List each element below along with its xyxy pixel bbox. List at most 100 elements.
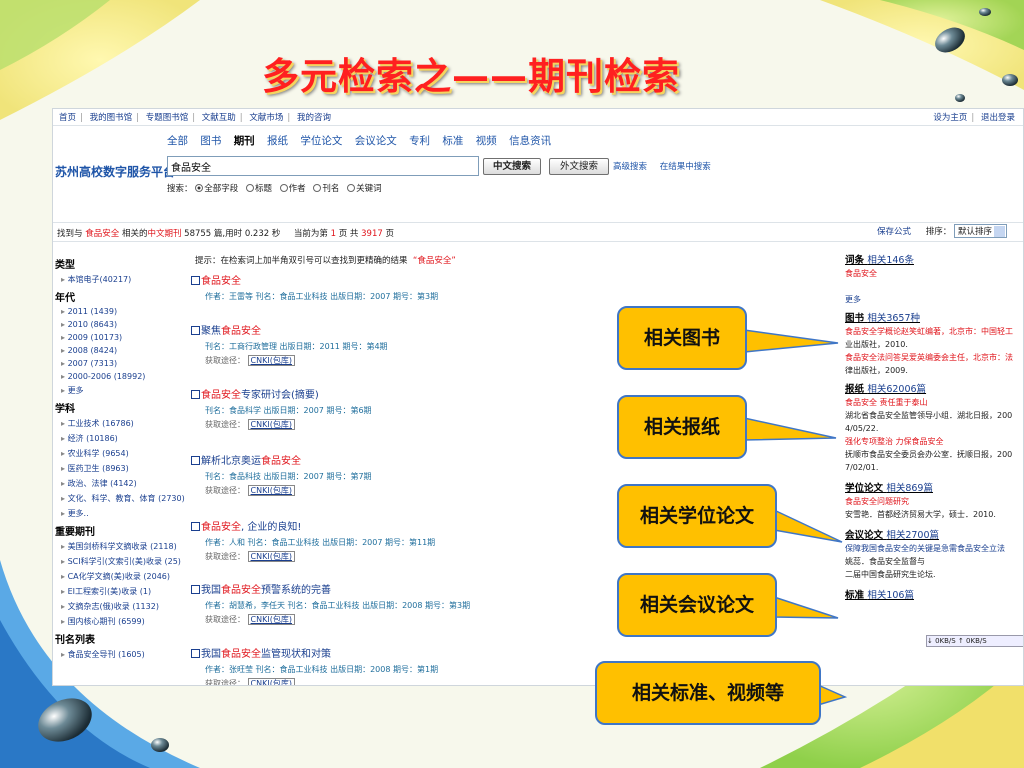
facet-item[interactable]: 2010 (8643) bbox=[61, 320, 190, 329]
facet-item[interactable]: 农业科学 (9654) bbox=[61, 448, 190, 459]
sort-select[interactable]: 默认排序 bbox=[953, 224, 1007, 238]
facet-item[interactable]: 国内核心期刊 (6599) bbox=[61, 616, 190, 627]
checkbox-icon[interactable] bbox=[191, 456, 200, 465]
facet-item[interactable]: 更多 bbox=[61, 385, 190, 396]
facet-item[interactable]: 2011 (1439) bbox=[61, 307, 190, 316]
facet-heading: 类型 bbox=[55, 260, 75, 271]
result-item: 食品安全专家研讨会(摘要) 刊名：食品科学 出版日期：2007 期号：第6期 获取途… bbox=[191, 386, 681, 430]
result-route: 获取途径： CNKI(包库) bbox=[205, 355, 681, 366]
scope-all-fields[interactable]: 全部字段 bbox=[195, 184, 238, 194]
nav-home[interactable]: 首页 bbox=[59, 113, 76, 123]
facet-item[interactable]: SCI科学引(文索引(美)收录 (25) bbox=[61, 556, 190, 567]
checkbox-icon[interactable] bbox=[191, 522, 200, 531]
advanced-search-link[interactable]: 高级搜索 bbox=[613, 162, 647, 172]
result-item: 聚焦食品安全刊名：工商行政管理 出版日期：2011 期号：第4期获取途径： CN… bbox=[191, 322, 681, 366]
result-route: 获取途径： CNKI(包库) bbox=[205, 485, 681, 496]
result-title[interactable]: 解析北京奥运食品安全 bbox=[191, 452, 681, 467]
scope-author[interactable]: 作者 bbox=[279, 184, 306, 194]
result-meta: 刊名：工商行政管理 出版日期：2011 期号：第4期 bbox=[205, 342, 388, 351]
tab-patents[interactable]: 专利 bbox=[409, 135, 430, 147]
search-input[interactable] bbox=[167, 156, 479, 176]
facet-item[interactable]: 政治、法律 (4142) bbox=[61, 478, 190, 489]
scope-keyword[interactable]: 关键词 bbox=[347, 184, 382, 194]
callout-pointer-standards bbox=[817, 683, 848, 707]
result-meta: 刊名：食品科学 出版日期：2007 期号：第6期 bbox=[205, 406, 372, 415]
cnki-link[interactable]: CNKI(包库) bbox=[247, 614, 295, 625]
tab-conference[interactable]: 会议论文 bbox=[355, 135, 397, 147]
facet-item[interactable]: 工业技术 (16786) bbox=[61, 418, 190, 429]
result-meta: 作者：人和 刊名：食品工业科技 出版日期：2007 期号：第11期 bbox=[205, 538, 436, 547]
tab-videos[interactable]: 视频 bbox=[476, 135, 497, 147]
facet-item[interactable]: 2000-2006 (18992) bbox=[61, 372, 190, 381]
tab-all[interactable]: 全部 bbox=[167, 135, 188, 147]
related-book-1[interactable]: 食品安全学概论赵笑虹编著，北京市：中国轻工 bbox=[845, 325, 1023, 338]
facet-item[interactable]: 经济 (10186) bbox=[61, 433, 190, 444]
facet-heading: 学科 bbox=[55, 404, 75, 415]
facet-item[interactable]: CA化学文摘(美)收录 (2046) bbox=[61, 571, 190, 582]
related-news-1[interactable]: 食品安全 责任重于泰山 bbox=[845, 396, 1023, 409]
nav-topic-library[interactable]: 专题图书馆 bbox=[146, 113, 189, 123]
related-thesis-1[interactable]: 食品安全问题研究 bbox=[845, 495, 1023, 508]
related-conference-1[interactable]: 保障我国食品安全的关键是急需食品安全立法 bbox=[845, 542, 1023, 555]
tab-newspapers[interactable]: 报纸 bbox=[267, 135, 288, 147]
scope-journal[interactable]: 刊名 bbox=[313, 184, 339, 194]
facet-item[interactable]: 更多.. bbox=[61, 508, 190, 519]
result-title[interactable]: 食品安全 bbox=[191, 272, 681, 287]
facet-item[interactable]: 医药卫生 (8963) bbox=[61, 463, 190, 474]
facet-item[interactable]: 本馆电子(40217) bbox=[61, 274, 190, 285]
related-conference-heading[interactable]: 会议论文 相关2700篇 bbox=[845, 529, 1023, 542]
foreign-search-button[interactable]: 外文搜索 bbox=[549, 158, 609, 175]
checkbox-icon[interactable] bbox=[191, 326, 200, 335]
related-theses-heading[interactable]: 学位论文 相关869篇 bbox=[845, 482, 1023, 495]
nav-my-library[interactable]: 我的图书馆 bbox=[90, 113, 133, 123]
nav-my-consult[interactable]: 我的咨询 bbox=[297, 113, 331, 123]
result-title[interactable]: 我国食品安全监管现状和对策 bbox=[191, 645, 681, 660]
cnki-link[interactable]: CNKI(包库) bbox=[247, 551, 295, 562]
result-item: 食品安全 作者：王雷等 刊名：食品工业科技 出版日期：2007 期号：第3期 bbox=[191, 272, 681, 302]
tab-news[interactable]: 信息资讯 bbox=[509, 135, 551, 147]
nav-doc-market[interactable]: 文献市场 bbox=[249, 113, 283, 123]
related-books-heading[interactable]: 图书 相关3657种 bbox=[845, 312, 1023, 325]
chinese-search-button[interactable]: 中文搜索 bbox=[483, 158, 541, 175]
cnki-link[interactable]: CNKI(包库) bbox=[247, 485, 295, 496]
facet-item[interactable]: 文化、科学、教育、体育 (2730) bbox=[61, 493, 190, 504]
facet-item[interactable]: EI工程索引(美)收录 (1) bbox=[61, 586, 190, 597]
checkbox-icon[interactable] bbox=[191, 276, 200, 285]
related-entries-heading[interactable]: 词条 相关146条 bbox=[845, 254, 1023, 267]
facet-item[interactable]: 文摘杂志(俄)收录 (1132) bbox=[61, 601, 190, 612]
facet-item[interactable]: 食品安全导刊 (1605) bbox=[61, 649, 190, 660]
more-link[interactable]: 更多 bbox=[845, 293, 1023, 306]
facet-item[interactable]: 美国剑桥科学文摘收录 (2118) bbox=[61, 541, 190, 552]
callout-related-books: 相关图书 bbox=[617, 306, 747, 370]
scope-label: 搜索： bbox=[167, 184, 193, 194]
related-standards-heading[interactable]: 标准 相关106篇 bbox=[845, 589, 1023, 602]
related-entry-item[interactable]: 食品安全 bbox=[845, 267, 1023, 280]
checkbox-icon[interactable] bbox=[191, 390, 200, 399]
cnki-link[interactable]: CNKI(包库) bbox=[247, 419, 295, 430]
related-newspapers-heading[interactable]: 报纸 相关62006篇 bbox=[845, 383, 1023, 396]
checkbox-icon[interactable] bbox=[191, 649, 200, 658]
search-within-link[interactable]: 在结果中搜索 bbox=[660, 162, 711, 172]
tab-journals[interactable]: 期刊 bbox=[234, 135, 255, 147]
result-title[interactable]: 食品安全, 企业的良知! bbox=[191, 518, 681, 533]
facet-item[interactable]: 2007 (7313) bbox=[61, 359, 190, 368]
tab-theses[interactable]: 学位论文 bbox=[300, 135, 342, 147]
result-title[interactable]: 我国食品安全预警系统的完善 bbox=[191, 581, 681, 596]
tab-standards[interactable]: 标准 bbox=[442, 135, 463, 147]
scope-title[interactable]: 标题 bbox=[245, 184, 272, 194]
tab-books[interactable]: 图书 bbox=[200, 135, 221, 147]
cnki-link[interactable]: CNKI(包库) bbox=[247, 678, 295, 685]
facet-item[interactable]: 2008 (8424) bbox=[61, 346, 190, 355]
set-homepage-link[interactable]: 设为主页 bbox=[933, 113, 967, 123]
checkbox-icon[interactable] bbox=[191, 585, 200, 594]
status-count: 58755 篇,用时 0.232 秒 bbox=[184, 229, 281, 239]
cnki-link[interactable]: CNKI(包库) bbox=[247, 355, 295, 366]
nav-doc-exchange[interactable]: 文献互助 bbox=[202, 113, 236, 123]
logout-link[interactable]: 退出登录 bbox=[981, 113, 1015, 123]
facet-item[interactable]: 2009 (10173) bbox=[61, 333, 190, 342]
result-title[interactable]: 聚焦食品安全 bbox=[191, 322, 681, 337]
related-news-2[interactable]: 强化专项整治 力保食品安全 bbox=[845, 435, 1023, 448]
save-formula-link[interactable]: 保存公式 bbox=[877, 227, 911, 237]
result-title[interactable]: 食品安全专家研讨会(摘要) bbox=[191, 386, 681, 401]
related-book-2[interactable]: 食品安全法问答吴爱英编委会主任，北京市：法 bbox=[845, 351, 1023, 364]
